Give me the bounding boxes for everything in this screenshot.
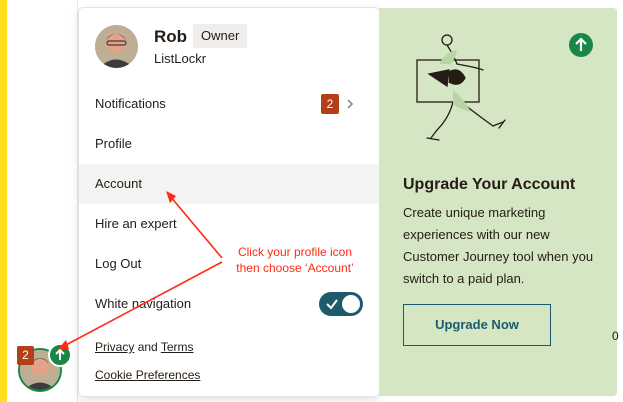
partial-edge-text: 0	[612, 329, 619, 343]
annotation-line-2: then choose ‘Account’	[236, 261, 354, 275]
annotation-arrows	[58, 191, 223, 349]
annotation-line-1: Click your profile icon	[237, 245, 353, 259]
annotation-text: Click your profile icon then choose ‘Acc…	[220, 244, 370, 276]
